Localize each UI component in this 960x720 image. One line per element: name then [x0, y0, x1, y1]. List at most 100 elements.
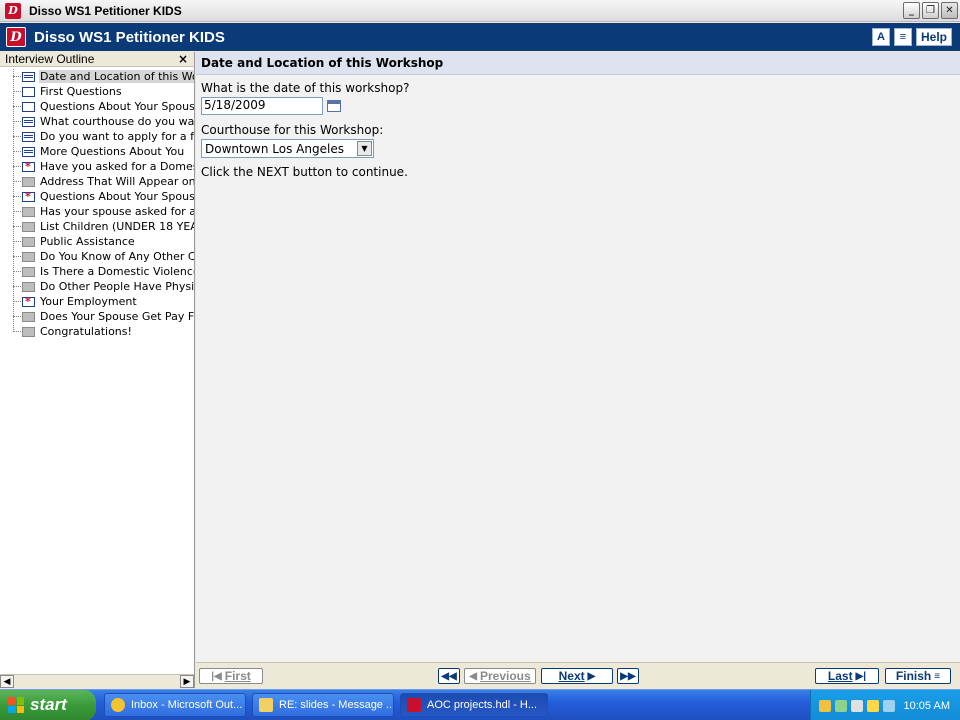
outline-item[interactable]: Questions About Your Spouse — [0, 99, 194, 114]
next-button[interactable]: Next ▶ — [541, 668, 613, 684]
outline-item-label: Address That Will Appear on — [40, 175, 194, 188]
outline-item-label: Questions About Your Spouse — [40, 190, 194, 203]
outline-item-label: Date and Location of this Workshop — [39, 70, 194, 83]
outline-item[interactable]: Public Assistance — [0, 234, 194, 249]
outline-item-label: Does Your Spouse Get Pay F — [40, 310, 194, 323]
dialog-heading: Date and Location of this Workshop — [196, 52, 960, 75]
system-tray: 10:05 AM — [810, 690, 960, 720]
taskbar-item-hotdocs[interactable]: AOC projects.hdl - H... — [400, 693, 548, 717]
dialog-content: Date and Location of this Workshop What … — [196, 52, 960, 662]
last-arrow-icon: ▶| — [855, 670, 867, 682]
fast-forward-button[interactable]: ▶▶ — [617, 668, 639, 684]
outline-item[interactable]: Your Employment — [0, 294, 194, 309]
unanswered-page-icon — [22, 251, 35, 262]
minimize-button[interactable]: _ — [903, 2, 920, 19]
outline-item[interactable]: Do You Know of Any Other C — [0, 249, 194, 264]
window-title: Disso WS1 Petitioner KIDS — [29, 3, 182, 18]
taskbar-item-label: AOC projects.hdl - H... — [427, 699, 538, 711]
workshop-date-field[interactable]: 5/18/2009 — [201, 97, 323, 115]
courthouse-label: Courthouse for this Workshop: — [201, 123, 384, 137]
previous-label: Previous — [480, 669, 531, 683]
instruction-text: Click the NEXT button to continue. — [201, 165, 408, 179]
tray-icon-4[interactable] — [867, 699, 879, 712]
help-button[interactable]: Help — [915, 28, 952, 46]
outline-item[interactable]: More Questions About You — [0, 144, 194, 159]
navigation-bar: |◀ First ◀◀ ◀ Previous Next ▶ ▶▶ Last ▶|… — [196, 662, 960, 688]
previous-button[interactable]: ◀ Previous — [464, 668, 536, 684]
tray-icon-2[interactable] — [835, 699, 847, 712]
mail-icon — [259, 698, 273, 712]
outline-item-label: More Questions About You — [40, 145, 185, 158]
first-arrow-icon: |◀ — [211, 670, 222, 682]
taskbar-item-inbox[interactable]: Inbox - Microsoft Out... — [104, 693, 246, 717]
taskbar-item-label: Inbox - Microsoft Out... — [131, 699, 243, 711]
hotdocs-icon — [407, 698, 421, 712]
courthouse-select-value: Downtown Los Angeles — [205, 141, 344, 156]
last-button[interactable]: Last ▶| — [815, 668, 879, 684]
unanswered-page-icon — [22, 281, 35, 292]
outline-close-icon[interactable]: × — [178, 52, 188, 66]
required-page-icon — [22, 160, 35, 173]
next-label: Next — [558, 669, 585, 683]
outline-item[interactable]: Date and Location of this Workshop — [0, 69, 194, 84]
courthouse-select[interactable]: Downtown Los Angeles ▼ — [201, 139, 374, 158]
tray-icon-3[interactable] — [851, 699, 863, 712]
unanswered-page-icon — [22, 206, 35, 217]
page-icon — [22, 116, 35, 127]
page-icon — [22, 131, 35, 142]
outline-item[interactable]: Have you asked for a Domestic — [0, 159, 194, 174]
finish-label: Finish — [895, 669, 932, 683]
first-label: First — [224, 669, 251, 683]
outline-item[interactable]: Has your spouse asked for a — [0, 204, 194, 219]
scroll-left-icon[interactable]: ◀ — [0, 675, 14, 688]
clock: 10:05 AM — [903, 699, 950, 712]
outline-item-label: Do Other People Have Physi — [40, 280, 194, 293]
restore-button[interactable]: ❐ — [922, 2, 939, 19]
outline-title: Interview Outline — [5, 52, 95, 66]
outline-item[interactable]: Congratulations! — [0, 324, 194, 339]
notes-icon[interactable]: ≡ — [893, 28, 912, 46]
outline-item-label: First Questions — [40, 85, 122, 98]
outline-item-label: What courthouse do you want — [40, 115, 194, 128]
outline-list: Date and Location of this Workshop First … — [0, 67, 194, 339]
app-header: D Disso WS1 Petitioner KIDS A ≡ Help — [0, 23, 960, 51]
outline-item[interactable]: Do Other People Have Physi — [0, 279, 194, 294]
scroll-right-icon[interactable]: ▶ — [180, 675, 194, 688]
calendar-icon[interactable] — [327, 100, 341, 112]
outlook-icon — [111, 698, 125, 712]
unanswered-page-icon — [22, 326, 35, 337]
close-button[interactable]: ✕ — [941, 2, 958, 19]
outline-item[interactable]: Do you want to apply for a fee — [0, 129, 194, 144]
outline-item[interactable]: What courthouse do you want — [0, 114, 194, 129]
outline-item-label: Is There a Domestic Violence — [40, 265, 194, 278]
fast-back-button[interactable]: ◀◀ — [438, 668, 460, 684]
tray-icon-5[interactable] — [883, 699, 895, 712]
outline-item[interactable]: List Children (UNDER 18 YEARS — [0, 219, 194, 234]
date-row: 5/18/2009 — [201, 97, 955, 115]
outline-item[interactable]: Does Your Spouse Get Pay F — [0, 309, 194, 324]
next-arrow-icon: ▶ — [587, 670, 596, 682]
outline-item[interactable]: Address That Will Appear on — [0, 174, 194, 189]
tray-icon-1[interactable] — [819, 699, 831, 712]
outline-horizontal-scrollbar[interactable]: ◀ ▶ — [0, 674, 194, 688]
fast-forward-icon: ▶▶ — [620, 670, 636, 682]
outline-item[interactable]: Questions About Your Spouse — [0, 189, 194, 204]
start-button[interactable]: start — [0, 689, 96, 720]
outline-item-label: Public Assistance — [40, 235, 135, 248]
page-icon — [22, 71, 35, 82]
window-controls: _ ❐ ✕ — [903, 2, 958, 19]
outline-item-label: Do You Know of Any Other C — [40, 250, 194, 263]
first-button[interactable]: |◀ First — [199, 668, 263, 684]
font-size-icon[interactable]: A — [871, 28, 890, 46]
dropdown-arrow-icon[interactable]: ▼ — [357, 141, 372, 156]
outline-item[interactable]: First Questions — [0, 84, 194, 99]
app-logo-icon: D — [5, 2, 21, 19]
outline-item-label: Has your spouse asked for a — [40, 205, 194, 218]
windows-logo-icon — [8, 697, 24, 713]
start-label: start — [30, 695, 67, 714]
taskbar-item-message[interactable]: RE: slides - Message ... — [252, 693, 394, 717]
app-title: Disso WS1 Petitioner KIDS — [34, 28, 225, 46]
finish-button[interactable]: Finish ≡ — [885, 668, 951, 684]
page-icon — [22, 146, 35, 157]
outline-item[interactable]: Is There a Domestic Violence — [0, 264, 194, 279]
